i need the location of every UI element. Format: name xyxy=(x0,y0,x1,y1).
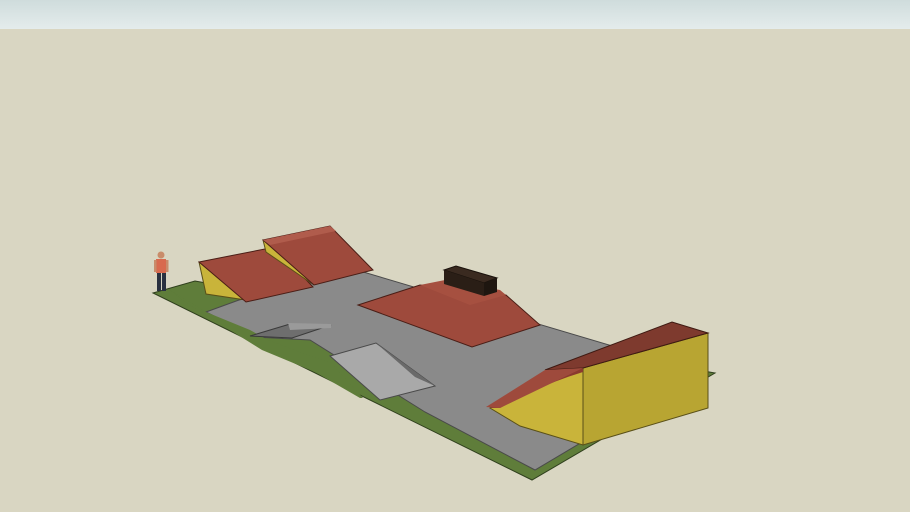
3d-model-viewport[interactable] xyxy=(0,0,910,512)
skatepark-model[interactable] xyxy=(0,0,910,512)
scale-figure[interactable] xyxy=(154,251,169,292)
